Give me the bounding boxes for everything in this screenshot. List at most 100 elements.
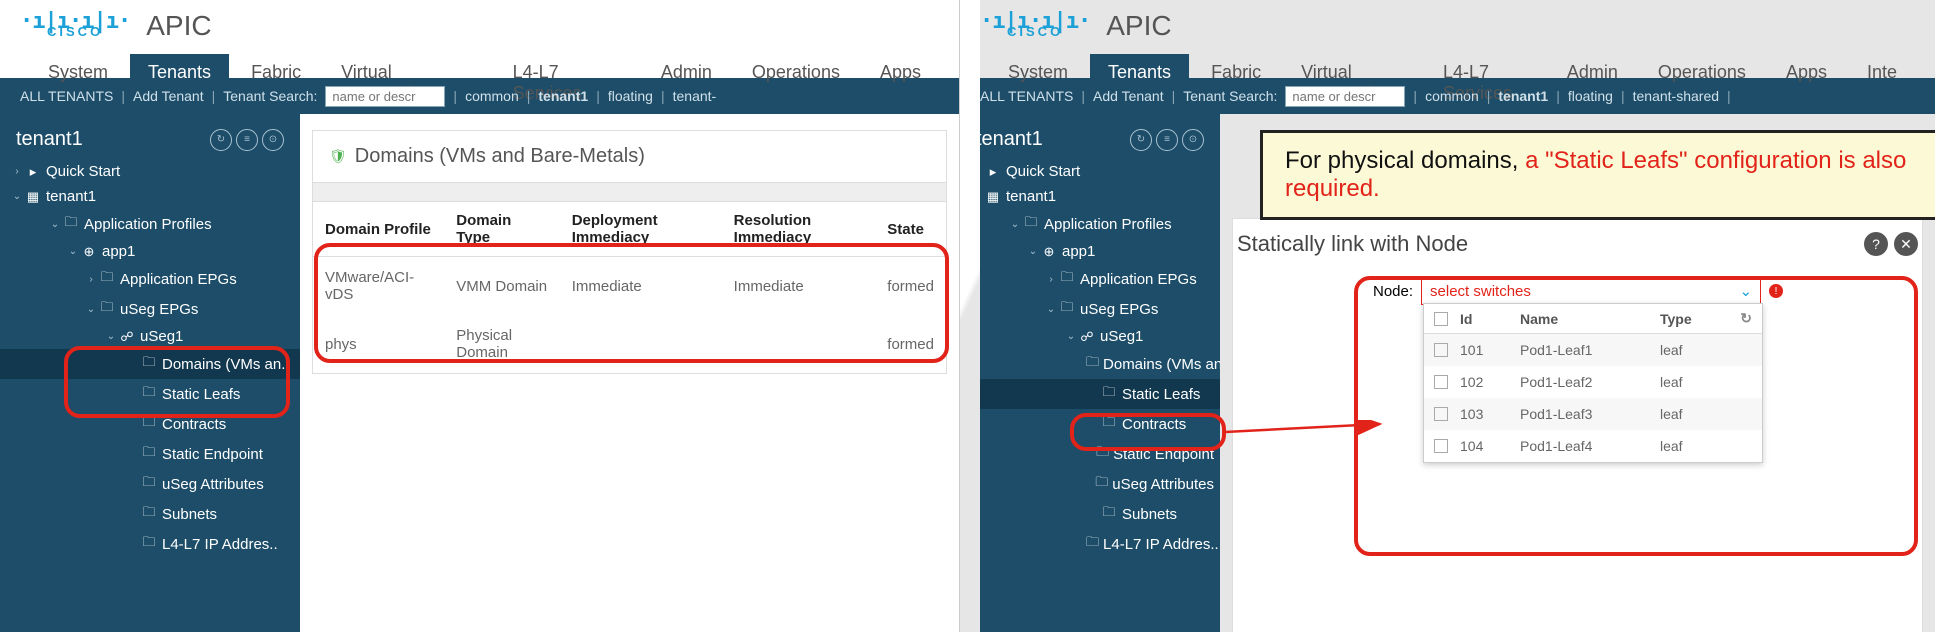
tree-useg-epgs[interactable]: ⌄🗀uSeg EPGs: [0, 294, 300, 324]
all-tenants-link[interactable]: ALL TENANTS: [20, 88, 113, 104]
tenant-link-shared[interactable]: tenant-shared: [1633, 88, 1719, 104]
sidebar-ctrl-2[interactable]: ≡: [236, 129, 258, 151]
tree-l4l7[interactable]: 🗀L4-L7 IP Addres..: [0, 529, 300, 559]
col-type[interactable]: Type: [1660, 311, 1720, 327]
tree-contracts[interactable]: 🗀Contracts: [0, 409, 300, 439]
tree-app-profiles[interactable]: ⌄🗀Application Profiles: [960, 209, 1220, 239]
folder-icon: 🗀: [1022, 213, 1040, 235]
tree-static-leafs[interactable]: 🗀Static Leafs: [0, 379, 300, 409]
tree-app-profiles[interactable]: ⌄🗀Application Profiles: [0, 209, 300, 239]
tree-app-epgs[interactable]: ›🗀Application EPGs: [960, 264, 1220, 294]
dialog-title: Statically link with Node: [1237, 231, 1468, 257]
checkbox-all[interactable]: [1434, 312, 1448, 326]
nav-tree: ›▸Quick Start ⌄▦tenant1 ⌄🗀Application Pr…: [960, 159, 1220, 559]
tree-static-leafs[interactable]: 🗀Static Leafs: [960, 379, 1220, 409]
tree-useg-attrs[interactable]: 🗀uSeg Attributes: [960, 469, 1220, 499]
sidebar: tenant1 ↻ ≡ ⊙ ›▸Quick Start ⌄▦tenant1 ⌄🗀…: [960, 114, 1220, 632]
th-type[interactable]: Domain Type: [444, 202, 559, 257]
tenant-link-floating[interactable]: floating: [608, 88, 653, 104]
tree-quick-start[interactable]: ›▸Quick Start: [960, 159, 1220, 184]
panel-divider: [960, 0, 980, 632]
tenant-link-tenant1[interactable]: tenant1: [1498, 88, 1548, 104]
tenant-search-input[interactable]: [325, 86, 445, 107]
tree-static-endpoint[interactable]: 🗀Static Endpoint: [960, 439, 1220, 469]
cisco-logo: ·ı|ı·ı|ı· CISCO: [980, 16, 1090, 35]
tree-useg-attrs[interactable]: 🗀uSeg Attributes: [0, 469, 300, 499]
tree-quick-start[interactable]: ›▸Quick Start: [0, 159, 300, 184]
help-icon[interactable]: ?: [1864, 232, 1888, 256]
tenant-link-trunc[interactable]: tenant-: [673, 88, 717, 104]
tree-app1[interactable]: ⌄⊕app1: [960, 239, 1220, 264]
tenant-link-common[interactable]: common: [465, 88, 519, 104]
tree-l4l7[interactable]: 🗀L4-L7 IP Addres..: [960, 529, 1220, 559]
folder-icon: 🗀: [62, 213, 80, 235]
dropdown-row[interactable]: 104Pod1-Leaf4leaf: [1424, 430, 1762, 462]
node-dropdown: Id Name Type ↻ 101Pod1-Leaf1leaf 102Pod1…: [1423, 303, 1763, 463]
tree-tenant[interactable]: ⌄▦tenant1: [960, 184, 1220, 209]
folder-icon: 🗀: [98, 268, 116, 290]
refresh-icon[interactable]: ↻: [1740, 310, 1752, 327]
nav-apps[interactable]: Apps: [862, 54, 939, 112]
tree-static-endpoint[interactable]: 🗀Static Endpoint: [0, 439, 300, 469]
static-link-card: Statically link with Node ? ✕ Node: sele…: [1232, 218, 1923, 632]
table-row[interactable]: phys Physical Domain formed: [313, 315, 946, 373]
th-res[interactable]: Resolution Immediacy: [722, 202, 876, 257]
header: ·ı|ı·ı|ı· CISCO APIC System Tenants Fabr…: [960, 0, 1935, 78]
checkbox[interactable]: [1434, 439, 1448, 453]
tree-useg1[interactable]: ⌄☍uSeg1: [960, 324, 1220, 349]
tenant-search-input[interactable]: [1285, 86, 1405, 107]
th-deploy[interactable]: Deployment Immediacy: [560, 202, 722, 257]
sidebar-ctrl-1[interactable]: ↻: [1130, 129, 1152, 151]
col-name[interactable]: Name: [1520, 311, 1660, 327]
add-tenant-link[interactable]: Add Tenant: [1093, 88, 1164, 104]
dropdown-row[interactable]: 103Pod1-Leaf3leaf: [1424, 398, 1762, 430]
cisco-logo: ·ı|ı·ı|ı· CISCO: [20, 16, 130, 35]
sidebar-title-row: tenant1 ↻ ≡ ⊙: [0, 120, 300, 159]
nav-ops[interactable]: Operations: [734, 54, 858, 112]
tree-useg1[interactable]: ⌄☍uSeg1: [0, 324, 300, 349]
sidebar-ctrl-3[interactable]: ⊙: [262, 129, 284, 151]
th-profile[interactable]: Domain Profile: [313, 202, 444, 257]
callout-text-1: For physical domains,: [1285, 147, 1525, 174]
tree-domains[interactable]: 🗀Domains (VMs an..: [0, 349, 300, 379]
dropdown-row[interactable]: 101Pod1-Leaf1leaf: [1424, 334, 1762, 366]
col-id[interactable]: Id: [1460, 311, 1520, 327]
tree-subnets[interactable]: 🗀Subnets: [960, 499, 1220, 529]
folder-icon: 🗀: [140, 383, 158, 405]
sidebar-title-row: tenant1 ↻ ≡ ⊙: [960, 120, 1220, 159]
checkbox[interactable]: [1434, 375, 1448, 389]
dropdown-header: Id Name Type ↻: [1424, 304, 1762, 334]
tree-subnets[interactable]: 🗀Subnets: [0, 499, 300, 529]
sidebar-ctrl-3[interactable]: ⊙: [1182, 129, 1204, 151]
tenant-link-common[interactable]: common: [1425, 88, 1479, 104]
checkbox[interactable]: [1434, 343, 1448, 357]
tree-app-epgs[interactable]: ›🗀Application EPGs: [0, 264, 300, 294]
shield-icon: 🛡: [329, 148, 347, 165]
tree-domains[interactable]: 🗀Domains (VMs an..: [960, 349, 1220, 379]
tree-useg-epgs[interactable]: ⌄🗀uSeg EPGs: [960, 294, 1220, 324]
close-icon[interactable]: ✕: [1894, 232, 1918, 256]
tree-app1[interactable]: ⌄⊕app1: [0, 239, 300, 264]
nav-inte[interactable]: Inte: [1849, 54, 1915, 112]
sidebar-ctrl-2[interactable]: ≡: [1156, 129, 1178, 151]
node-select[interactable]: select switches ⌄: [1421, 277, 1761, 305]
all-tenants-link[interactable]: ALL TENANTS: [980, 88, 1073, 104]
domains-card: 🛡 Domains (VMs and Bare-Metals) Domain P…: [312, 130, 947, 374]
brand: ·ı|ı·ı|ı· CISCO APIC: [980, 10, 1915, 42]
table-row[interactable]: VMware/ACI-vDS VMM Domain Immediate Imme…: [313, 257, 946, 316]
sidebar-title: tenant1: [16, 128, 83, 151]
dropdown-row[interactable]: 102Pod1-Leaf2leaf: [1424, 366, 1762, 398]
checkbox[interactable]: [1434, 407, 1448, 421]
folder-icon: 🗀: [1096, 443, 1109, 465]
sidebar-ctrl-1[interactable]: ↻: [210, 129, 232, 151]
nav-apps[interactable]: Apps: [1768, 54, 1845, 112]
tree-contracts[interactable]: 🗀Contracts: [960, 409, 1220, 439]
tenant-link-floating[interactable]: floating: [1568, 88, 1613, 104]
tenant-link-tenant1[interactable]: tenant1: [538, 88, 588, 104]
toolbar-spacer: [313, 182, 946, 202]
search-label: Tenant Search:: [223, 88, 317, 104]
tree-tenant[interactable]: ⌄▦tenant1: [0, 184, 300, 209]
th-state[interactable]: State: [875, 202, 946, 257]
header: ·ı|ı·ı|ı· CISCO APIC System Tenants Fabr…: [0, 0, 959, 78]
add-tenant-link[interactable]: Add Tenant: [133, 88, 204, 104]
